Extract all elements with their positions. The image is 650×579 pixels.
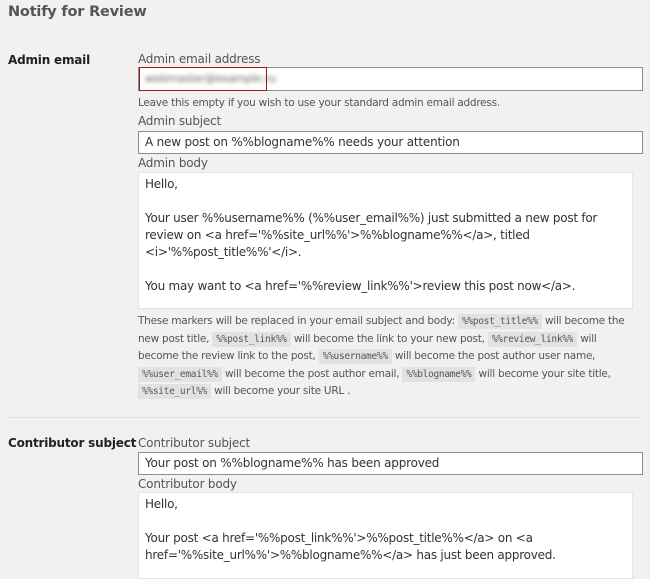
admin-subject-input[interactable]: A new post on %%blogname%% needs your at… [138,131,643,154]
marker-text: will become the link to your new post, [293,332,485,345]
admin-email-label: Admin email address [138,52,261,66]
contributor-row-label: Contributor subject [8,436,137,450]
marker-code: %%username%% [318,349,392,364]
marker-code: %%user_email%% [138,366,222,382]
redaction-highlight-box [139,67,267,91]
marker-text: will become your site title, [478,367,611,380]
admin-email-row-label: Admin email [8,53,90,67]
contributor-subject-input[interactable]: Your post on %%blogname%% has been appro… [138,452,643,475]
marker-text: will become your site URL . [214,385,351,397]
marker-code: %%site_url%% [138,384,212,399]
markers-intro: These markers will be replaced in your e… [138,315,455,327]
marker-text: will become the post author user name, [394,350,596,362]
marker-text: will become the post author email, [224,367,400,380]
marker-code: %%post_link%% [212,331,291,347]
admin-subject-label: Admin subject [138,114,221,128]
admin-email-help: Leave this empty if you wish to use your… [138,97,500,109]
section-divider [8,417,642,418]
marker-code: %%post_title%% [457,314,542,329]
contributor-subject-label: Contributor subject [138,436,251,450]
contributor-body-textarea[interactable]: Hello, Your post <a href='%%post_link%%'… [138,492,633,579]
page-title: Notify for Review [8,4,147,20]
markers-description: These markers will be replaced in your e… [138,313,638,401]
marker-code: %%review_link%% [487,331,578,347]
contributor-body-label: Contributor body [138,477,237,491]
marker-code: %%blogname%% [402,366,476,382]
admin-body-textarea[interactable]: Hello, Your user %%username%% (%%user_em… [138,172,633,309]
admin-body-label: Admin body [138,156,208,170]
